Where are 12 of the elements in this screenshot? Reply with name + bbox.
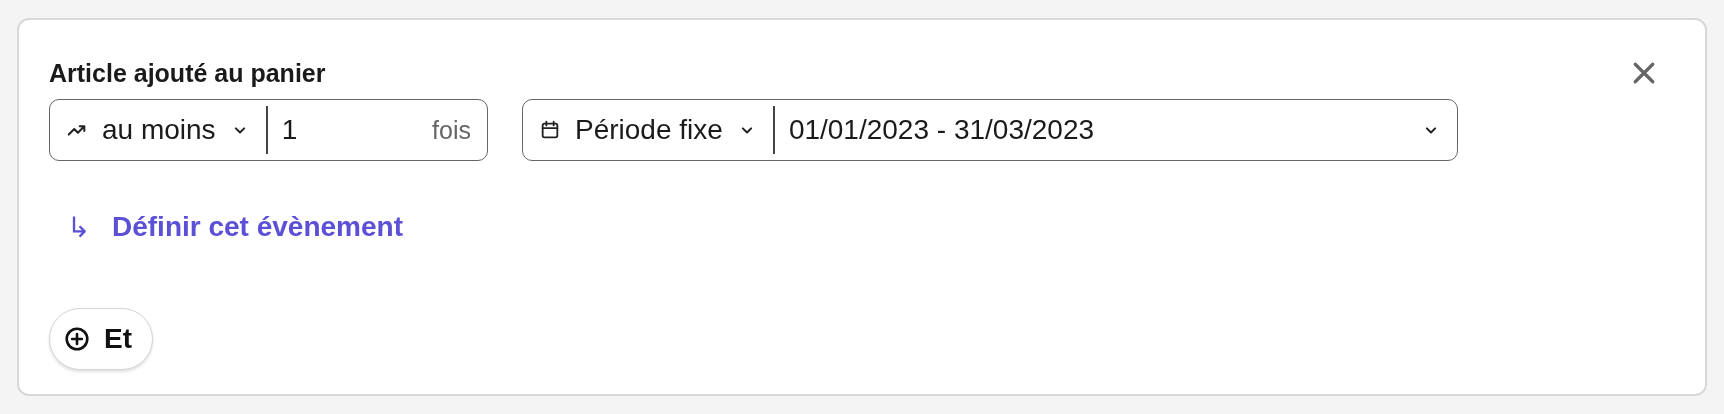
event-title: Article ajouté au panier (49, 58, 326, 88)
count-input[interactable]: 1 (281, 114, 433, 146)
frequency-control[interactable]: au moins 1 fois (49, 99, 488, 161)
define-event-link[interactable]: ↳ Définir cet évènement (67, 211, 403, 244)
operator-select[interactable]: au moins (102, 114, 216, 146)
and-button[interactable]: Et (49, 308, 153, 370)
calendar-icon (539, 119, 561, 141)
period-mode-select[interactable]: Période fixe (575, 114, 723, 146)
date-range[interactable]: 01/01/2023 - 31/03/2023 (788, 114, 1421, 146)
period-control[interactable]: Période fixe 01/01/2023 - 31/03/2023 (522, 99, 1458, 161)
unit-label: fois (432, 115, 471, 145)
plus-circle-icon (64, 326, 90, 352)
